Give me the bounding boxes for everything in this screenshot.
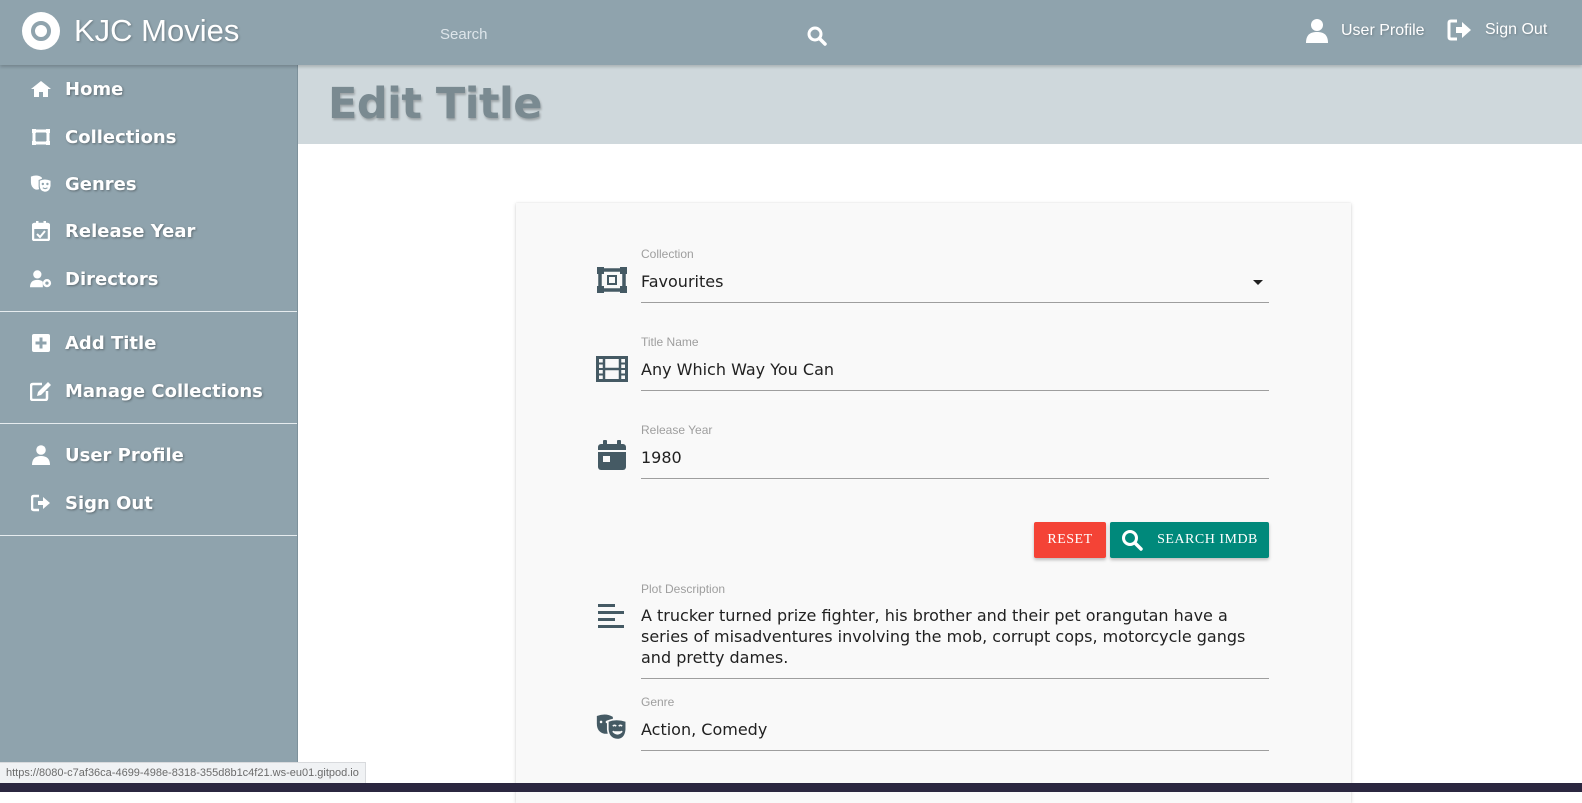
brand-name: KJC Movies [74,13,240,48]
sidebar-item-label: Collections [65,126,177,148]
home-icon [30,78,52,100]
title-name-input[interactable]: Any Which Way You Can [641,359,1269,391]
theater-masks-icon [596,711,628,743]
sidebar-item-add-title[interactable]: Add Title [30,328,156,358]
sidebar-item-release-year[interactable]: Release Year [30,216,195,246]
sidebar-divider [0,423,297,424]
plot-description-label: Plot Description [641,582,726,596]
user-icon [1306,19,1328,43]
sidebar-item-label: Manage Collections [65,380,263,402]
collections-icon [596,264,628,296]
collection-select[interactable]: Favourites [641,271,1269,303]
page-title: Edit Title [328,79,542,129]
sign-out-icon [1447,19,1471,41]
collections-icon [30,126,52,148]
search-imdb-button[interactable]: SEARCH IMDB [1110,522,1269,558]
sidebar-item-label: User Profile [65,444,184,466]
sign-out-icon [30,492,52,514]
sidebar: Home Collections Genres Release Year Dir… [0,65,298,792]
topnav-user-profile-link[interactable]: User Profile [1305,18,1425,44]
sidebar-divider [0,311,297,312]
sidebar-item-user-profile[interactable]: User Profile [30,440,184,470]
search-imdb-label: SEARCH IMDB [1157,532,1258,547]
edit-title-form: Collection Favourites Title Name Any Whi… [516,203,1351,803]
sidebar-item-collections[interactable]: Collections [30,122,176,152]
genre-input[interactable]: Action, Comedy [641,719,1269,751]
release-year-input[interactable]: 1980 [641,447,1269,479]
sidebar-item-directors[interactable]: Directors [30,264,158,294]
topnav-sign-out-label: Sign Out [1485,21,1548,38]
collection-selected-value: Favourites [641,272,724,291]
search-icon[interactable] [807,26,829,48]
sidebar-item-genres[interactable]: Genres [30,169,137,199]
topnav-sign-out-link[interactable]: Sign Out [1447,18,1547,42]
calendar-icon [596,439,628,471]
plot-description-textarea[interactable]: A trucker turned prize fighter, his brot… [641,605,1269,679]
title-name-label: Title Name [641,335,699,349]
plot-description-field[interactable]: Plot Description A trucker turned prize … [596,582,1270,679]
page-header: Edit Title [298,65,1582,144]
sidebar-item-label: Release Year [65,220,196,242]
edit-icon [30,380,52,402]
user-cog-icon [30,268,52,290]
sidebar-divider [0,535,297,536]
sidebar-item-label: Directors [65,268,159,290]
sidebar-item-sign-out[interactable]: Sign Out [30,488,153,518]
sidebar-item-label: Add Title [65,332,157,354]
align-left-icon [596,600,628,632]
brand[interactable]: KJC Movies [22,12,239,50]
topnav-user-profile-label: User Profile [1341,22,1425,39]
sidebar-item-home[interactable]: Home [30,74,123,104]
collection-label: Collection [641,247,694,261]
search-icon [1122,530,1143,551]
plus-square-icon [30,332,52,354]
chevron-down-icon[interactable] [1253,280,1263,285]
sidebar-item-label: Home [65,78,124,100]
sidebar-item-label: Sign Out [65,492,153,514]
title-name-field[interactable]: Title Name Any Which Way You Can [596,335,1270,391]
sidebar-item-manage-collections[interactable]: Manage Collections [30,376,263,406]
release-year-label: Release Year [641,423,713,437]
release-year-field[interactable]: Release Year 1980 [596,423,1270,479]
genre-label: Genre [641,695,675,709]
theater-masks-icon [30,173,52,195]
status-bar-url: https://8080-c7af36ca-4699-498e-8318-355… [0,762,366,785]
film-icon [596,353,628,385]
genre-field[interactable]: Genre Action, Comedy [596,695,1270,751]
top-navbar: KJC Movies User Profile Sign Out [0,0,1582,65]
sidebar-item-label: Genres [65,173,137,195]
search-input[interactable] [438,18,802,50]
taskbar-edge [0,783,1582,792]
user-icon [30,444,52,466]
collection-field[interactable]: Collection Favourites [596,247,1270,303]
film-reel-logo-icon [22,12,60,50]
reset-button[interactable]: RESET [1034,522,1106,558]
calendar-check-icon [30,220,52,242]
